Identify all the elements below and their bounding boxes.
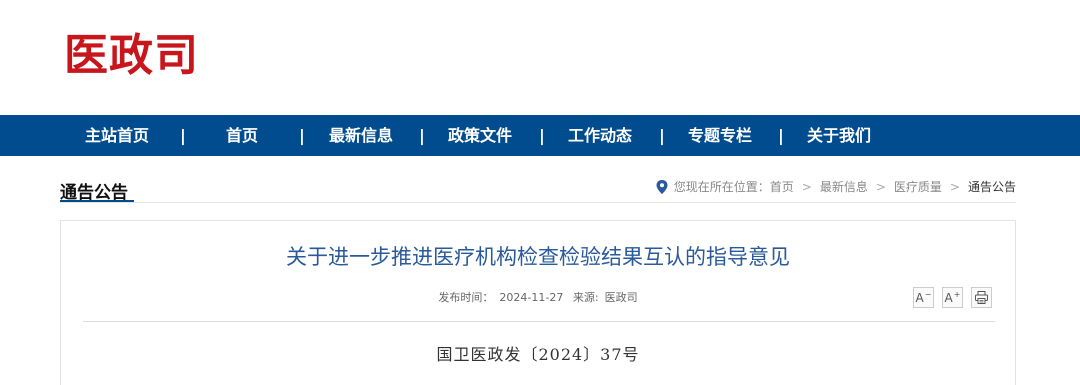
print-button[interactable] <box>971 287 992 308</box>
chevron-right-icon: > <box>875 179 886 194</box>
breadcrumb: 您现在所在位置： 首页 > 最新信息 > 医疗质量 > 通告公告 <box>656 178 1016 195</box>
nav-separator: | <box>659 126 665 145</box>
breadcrumb-quality[interactable]: 医疗质量 <box>894 178 942 195</box>
breadcrumb-home[interactable]: 首页 <box>770 178 794 195</box>
nav-item-home[interactable]: 首页 <box>226 115 258 156</box>
print-icon <box>975 291 988 304</box>
document-number: 国卫医政发〔2024〕37号 <box>436 345 640 364</box>
nav-separator: | <box>299 126 305 145</box>
article-title: 关于进一步推进医疗机构检查检验结果互认的指导意见 <box>286 245 790 269</box>
nav-item-main-home[interactable]: 主站首页 <box>85 115 149 156</box>
source-label: 来源: <box>572 291 599 304</box>
font-decrease-icon: A− <box>915 290 932 305</box>
nav-separator: | <box>180 126 186 145</box>
section-divider <box>60 202 1016 203</box>
main-nav: 主站首页 | 首页 | 最新信息 | 政策文件 | 工作动态 | 专题专栏 | … <box>0 115 1080 156</box>
nav-separator: | <box>778 126 784 145</box>
publish-label: 发布时间： <box>438 291 494 304</box>
nav-item-about[interactable]: 关于我们 <box>807 115 871 156</box>
nav-separator: | <box>419 126 425 145</box>
header: 医政司 <box>0 0 1080 115</box>
article-card: 关于进一步推进医疗机构检查检验结果互认的指导意见 发布时间： 2024-11-27… <box>60 220 1016 385</box>
chevron-right-icon: > <box>949 179 960 194</box>
breadcrumb-prefix: 您现在所在位置： <box>673 180 770 194</box>
article-meta: 发布时间： 2024-11-27 来源: 医政司 <box>61 289 1015 305</box>
chevron-right-icon: > <box>801 179 812 194</box>
font-decrease-button[interactable]: A− <box>913 287 934 308</box>
publish-date: 2024-11-27 <box>499 291 564 304</box>
article-divider <box>83 321 995 322</box>
site-logo[interactable]: 医政司 <box>64 30 199 82</box>
breadcrumb-current: 通告公告 <box>967 180 1016 194</box>
font-increase-button[interactable]: A+ <box>942 287 963 308</box>
nav-item-policy[interactable]: 政策文件 <box>448 115 512 156</box>
breadcrumb-latest[interactable]: 最新信息 <box>820 178 868 195</box>
nav-item-work-news[interactable]: 工作动态 <box>568 115 632 156</box>
font-increase-icon: A+ <box>944 290 961 305</box>
source-value: 医政司 <box>604 291 638 304</box>
location-pin-icon <box>656 179 668 194</box>
nav-item-special[interactable]: 专题专栏 <box>688 115 752 156</box>
nav-item-latest[interactable]: 最新信息 <box>329 115 393 156</box>
nav-separator: | <box>539 126 545 145</box>
